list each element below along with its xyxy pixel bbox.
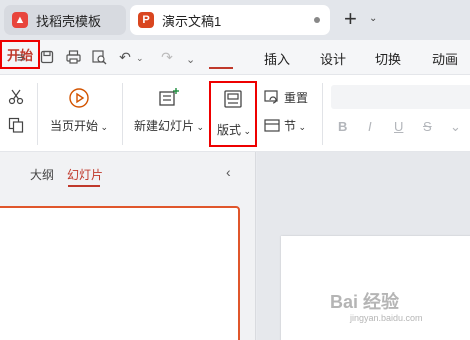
menu-transition[interactable]: 切换 xyxy=(375,49,401,68)
more-chevron-icon[interactable]: ⌄ xyxy=(186,53,195,66)
slide-thumbnail[interactable] xyxy=(0,206,240,340)
layout-icon xyxy=(223,89,243,109)
new-slide-label: 新建幻灯片 ⌄ xyxy=(133,119,205,133)
tab-bar: ▲ 找稻壳模板 P 演示文稿1 + ⌄ xyxy=(0,0,470,40)
print-icon[interactable] xyxy=(64,48,82,66)
underline-button[interactable]: U xyxy=(394,119,403,134)
active-tab-underline xyxy=(209,67,233,69)
wps-flame-icon: ▲ xyxy=(12,12,28,28)
slides-tab-underline xyxy=(68,185,100,187)
format-more-icon[interactable]: ⌄ xyxy=(450,119,461,135)
unsaved-dot-icon[interactable] xyxy=(314,17,320,23)
play-circle-icon xyxy=(68,87,90,109)
slides-panel: 大纲 幻灯片 ‹ xyxy=(0,152,256,340)
play-from-current-button[interactable]: 当页开始 ⌄ xyxy=(48,87,110,134)
menu-design[interactable]: 设计 xyxy=(320,49,346,68)
save-icon[interactable] xyxy=(38,48,56,66)
tab-document[interactable]: P 演示文稿1 xyxy=(130,5,330,35)
ribbon-separator xyxy=(322,83,323,145)
play-from-current-label: 当页开始 ⌄ xyxy=(49,119,109,133)
redo-icon[interactable]: ↷ xyxy=(158,48,176,66)
section-label: 节 ⌄ xyxy=(284,119,307,133)
new-slide-icon xyxy=(158,87,180,109)
baidu-watermark: Bai 经验 xyxy=(330,292,400,312)
reset-icon xyxy=(264,90,280,105)
menu-hamburger-icon[interactable]: ≡ xyxy=(12,48,30,66)
menu-insert[interactable]: 插入 xyxy=(264,49,290,68)
ribbon: 当页开始 ⌄ 新建幻灯片 ⌄ 版式 ⌄ 重置 节 ⌄ B I U S ⌄ xyxy=(0,74,470,152)
menu-row: ≡ ↶ ⌄ ↷ ⌄ 开始 插入 设计 切换 动画 xyxy=(0,40,470,74)
tab-slides[interactable]: 幻灯片 xyxy=(67,166,103,183)
tab-templates-label: 找稻壳模板 xyxy=(36,13,102,29)
reset-label: 重置 xyxy=(284,91,309,105)
layout-label: 版式 ⌄ xyxy=(217,123,252,137)
baidu-watermark-url: jingyan.baidu.com xyxy=(350,313,423,323)
ribbon-separator xyxy=(37,83,38,145)
font-name-dropdown[interactable] xyxy=(331,85,470,109)
copy-icon[interactable] xyxy=(8,117,24,133)
tab-outline[interactable]: 大纲 xyxy=(30,166,54,183)
presentation-p-icon: P xyxy=(138,12,154,28)
cut-icon[interactable] xyxy=(8,89,24,105)
bold-button[interactable]: B xyxy=(338,119,347,134)
print-preview-icon[interactable] xyxy=(90,48,108,66)
new-tab-button[interactable]: + xyxy=(344,8,357,30)
tab-document-label: 演示文稿1 xyxy=(162,13,222,29)
section-icon xyxy=(264,118,280,133)
undo-dropdown-icon[interactable]: ⌄ xyxy=(136,53,144,64)
tab-templates[interactable]: ▲ 找稻壳模板 xyxy=(4,5,126,35)
menu-animation[interactable]: 动画 xyxy=(432,49,458,68)
ribbon-separator xyxy=(122,83,123,145)
italic-button[interactable]: I xyxy=(368,119,372,134)
strikethrough-button[interactable]: S xyxy=(423,119,432,134)
chevron-down-icon[interactable]: ⌄ xyxy=(369,13,377,24)
reset-button[interactable]: 重置 xyxy=(264,89,308,106)
collapse-panel-icon[interactable]: ‹ xyxy=(226,164,231,180)
section-button[interactable]: 节 ⌄ xyxy=(264,117,306,134)
new-slide-button[interactable]: 新建幻灯片 ⌄ xyxy=(131,87,207,134)
undo-icon[interactable]: ↶ xyxy=(116,48,134,66)
layout-button[interactable]: 版式 ⌄ xyxy=(209,81,257,147)
